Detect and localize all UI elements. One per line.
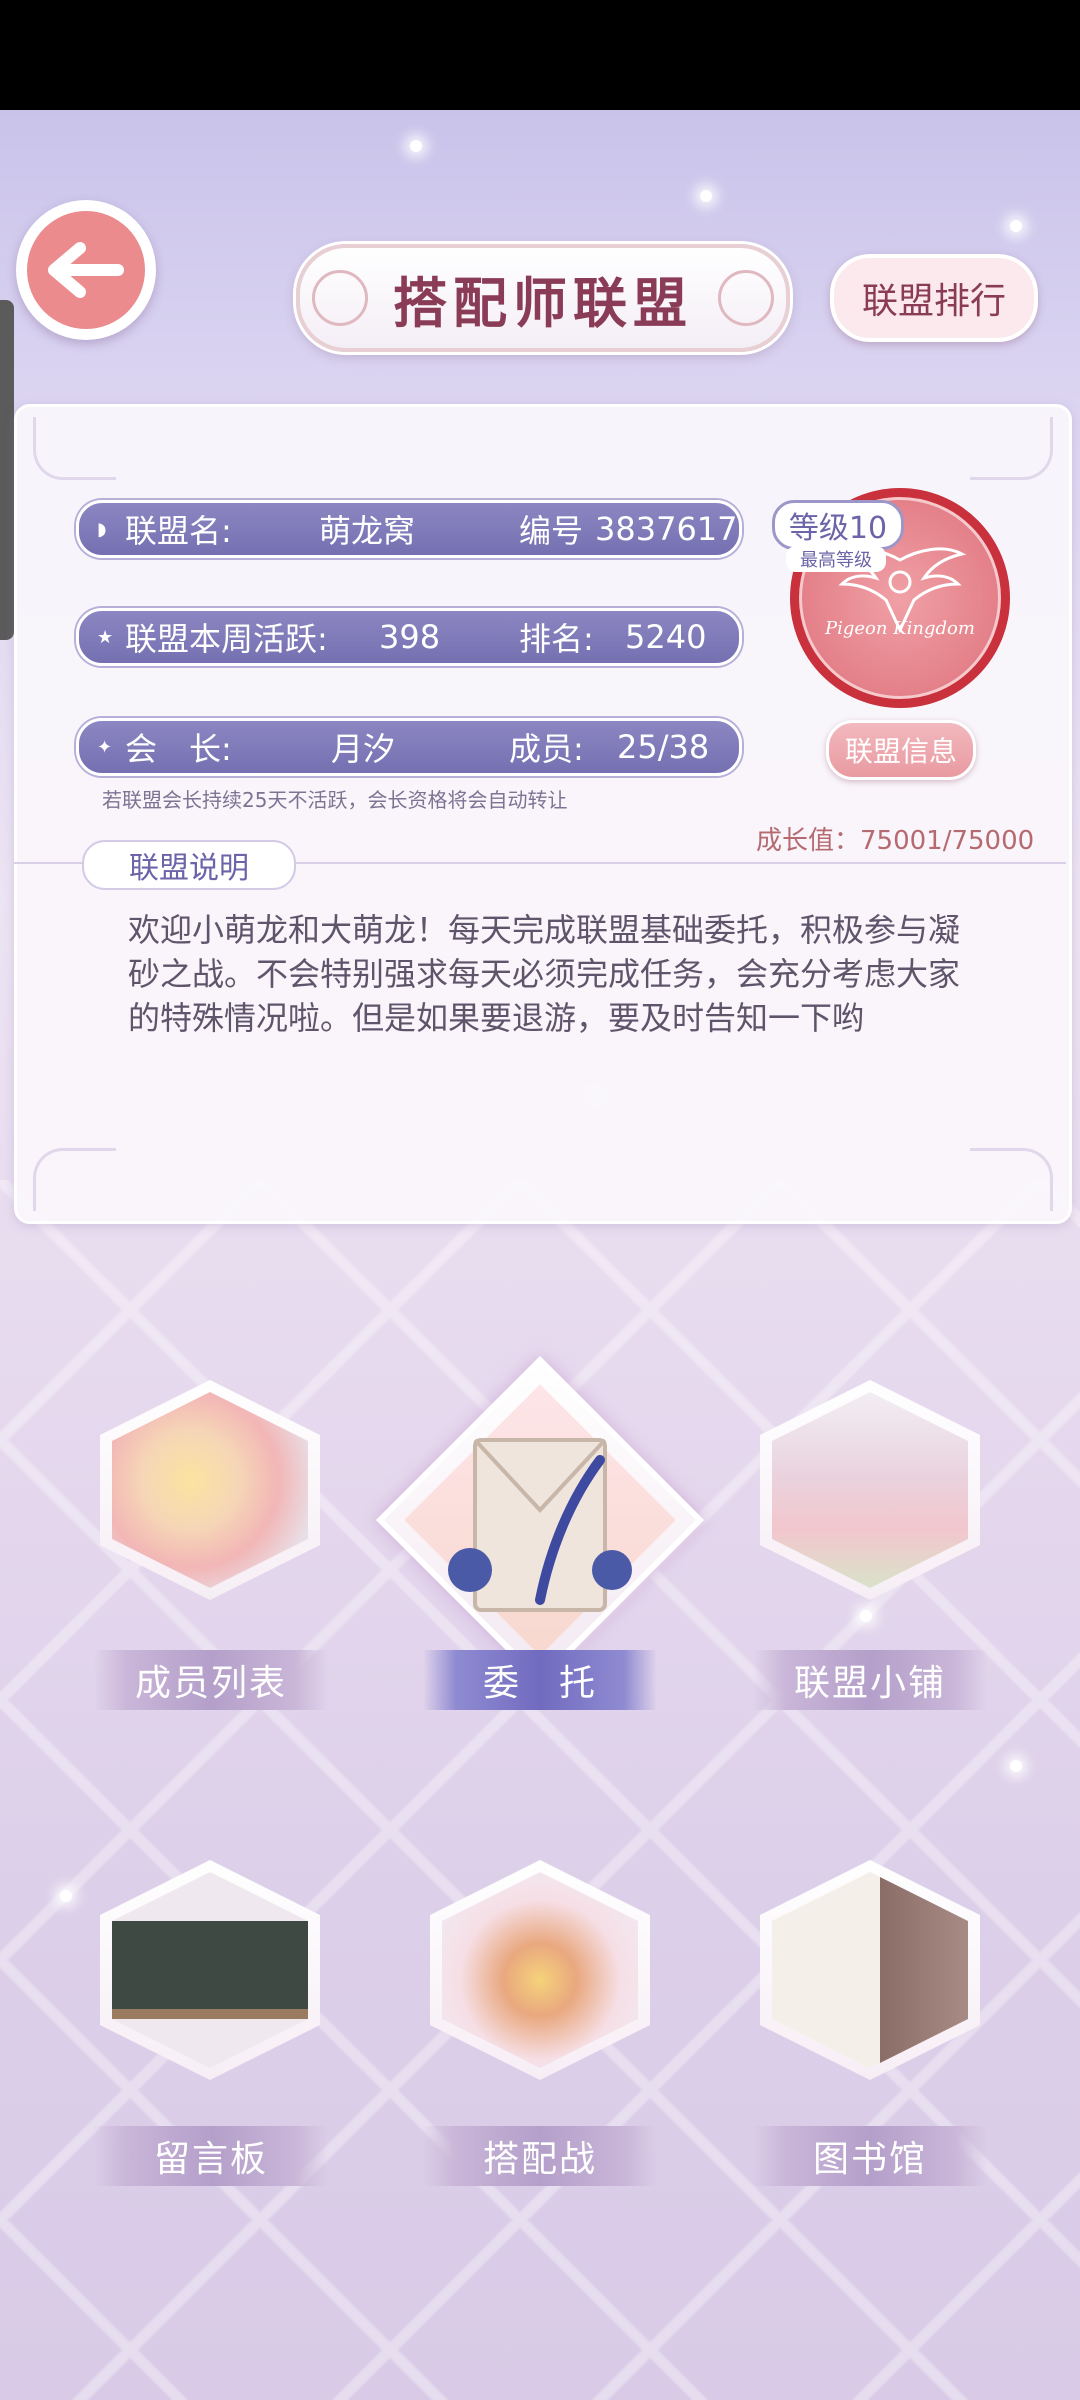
message-board-icon <box>112 1872 308 2068</box>
members-value: 25/38 <box>617 728 710 766</box>
flower-ornament-icon <box>33 1148 116 1211</box>
members-tile[interactable] <box>100 1380 320 1600</box>
sparkle <box>1010 220 1022 232</box>
members-tile-label[interactable]: 成员列表 <box>94 1650 328 1710</box>
tile-frame <box>760 1860 980 2080</box>
sparkle <box>410 140 422 152</box>
alliance-info-button[interactable]: 联盟信息 <box>826 720 976 780</box>
weekly-activity-label: 联盟本周活跃: <box>125 620 328 658</box>
sparkle <box>700 190 712 202</box>
arrow-left-icon <box>48 242 124 298</box>
leader-value: 月汐 <box>331 730 396 768</box>
sparkle <box>1010 1760 1022 1772</box>
shop-tile-label[interactable]: 联盟小铺 <box>753 1650 987 1710</box>
message-board-tile-label[interactable]: 留言板 <box>94 2126 328 2186</box>
rose-ornament-icon <box>312 270 368 326</box>
commission-tile[interactable] <box>375 1355 705 1685</box>
members-icon <box>112 1392 308 1588</box>
weekly-activity-row: ★ 联盟本周活跃: 398 排名: 5240 <box>76 608 742 666</box>
tile-frame <box>760 1380 980 1600</box>
sparkle <box>60 1890 72 1902</box>
alliance-id-label: 编号 <box>519 512 584 550</box>
star-icon: ★ <box>97 626 114 648</box>
back-button[interactable] <box>16 200 156 340</box>
book-icon: ◗ <box>97 518 107 540</box>
leader-label: 会 长: <box>125 730 232 768</box>
alliance-name-label: 联盟名: <box>125 512 232 550</box>
alliance-ranking-button[interactable]: 联盟排行 <box>830 254 1038 342</box>
library-tile-label[interactable]: 图书馆 <box>753 2126 987 2186</box>
leader-transfer-note: 若联盟会长持续25天不活跃，会长资格将会自动转让 <box>102 788 568 812</box>
weekly-activity-value: 398 <box>379 618 441 656</box>
side-handle[interactable] <box>0 300 14 640</box>
battle-icon <box>442 1872 638 2068</box>
page-title: 搭配师联盟 <box>393 271 693 335</box>
battle-tile[interactable] <box>430 1860 650 2080</box>
tile-frame <box>430 1860 650 2080</box>
description-tab: 联盟说明 <box>82 840 296 890</box>
back-button-face <box>27 211 145 329</box>
sparkle <box>860 1610 872 1622</box>
rose-ornament-icon <box>718 270 774 326</box>
emblem-text: Pigeon Kingdom <box>825 618 975 639</box>
message-board-tile[interactable] <box>100 1860 320 2080</box>
status-bar <box>0 0 1080 110</box>
library-icon <box>772 1872 968 2068</box>
tile-frame <box>100 1860 320 2080</box>
library-tile[interactable] <box>760 1860 980 2080</box>
leader-row: ✦ 会 长: 月汐 成员: 25/38 <box>76 718 742 776</box>
members-label: 成员: <box>509 730 584 768</box>
commission-icon <box>448 1438 632 1612</box>
flower-ornament-icon <box>970 417 1053 480</box>
alliance-description: 欢迎小萌龙和大萌龙！每天完成联盟基础委托，积极参与凝砂之战。不会特别强求每天必须… <box>128 911 961 1037</box>
battle-tile-label[interactable]: 搭配战 <box>423 2126 657 2186</box>
rank-label: 排名: <box>519 620 594 658</box>
alliance-name-row: ◗ 联盟名: 萌龙窝 编号 3837617 <box>76 500 742 558</box>
alliance-name-value: 萌龙窝 <box>319 512 416 550</box>
commission-tile-label[interactable]: 委 托 <box>423 1650 657 1710</box>
shop-icon <box>772 1392 968 1588</box>
max-level-label: 最高等级 <box>786 546 886 572</box>
tile-frame <box>100 1380 320 1600</box>
level-badge: 等级10 <box>772 500 904 550</box>
alliance-id-value: 3837617 <box>595 510 738 548</box>
sparkle-icon: ✦ <box>97 736 113 758</box>
rank-value: 5240 <box>625 618 707 656</box>
shop-tile[interactable] <box>760 1380 980 1600</box>
growth-value: 成长值：75001/75000 <box>756 826 1035 856</box>
page-title-plaque: 搭配师联盟 <box>296 244 790 352</box>
flower-ornament-icon <box>33 417 116 480</box>
flower-ornament-icon <box>970 1148 1053 1211</box>
